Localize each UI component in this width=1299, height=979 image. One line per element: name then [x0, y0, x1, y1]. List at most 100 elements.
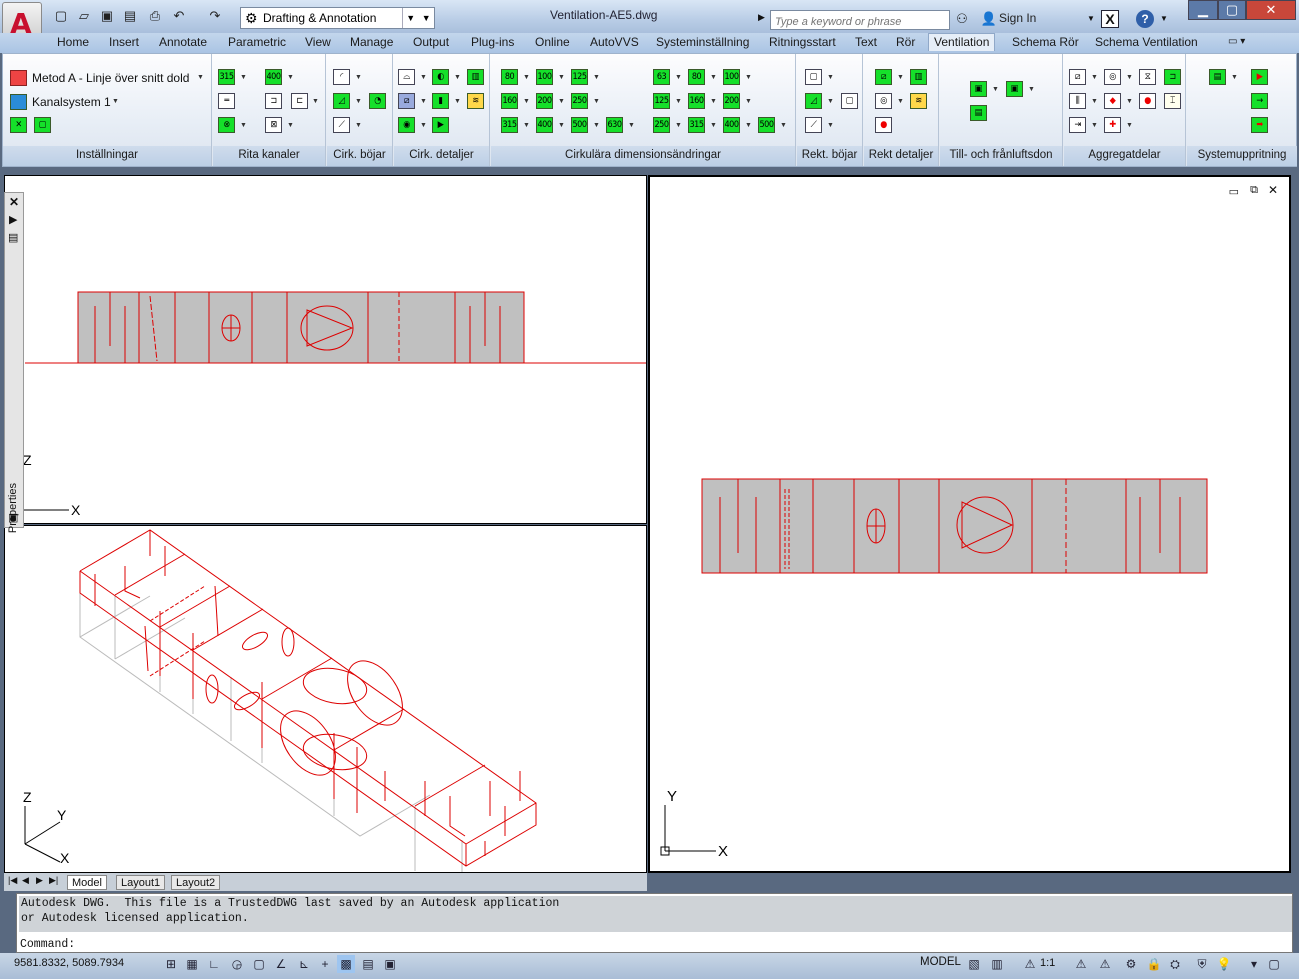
circ-bend-line-icon[interactable]: ⟋: [333, 117, 350, 133]
tab-autovvs[interactable]: AutoVVS: [590, 35, 639, 53]
supply-diffuser-dropdown-icon[interactable]: ▼: [992, 86, 999, 93]
lineweight-icon[interactable]: ▩: [337, 955, 355, 973]
dim-red-500-button[interactable]: 500: [758, 117, 775, 133]
duct-x-dropdown-icon[interactable]: ▼: [287, 122, 294, 129]
palette-close-icon[interactable]: ✕: [9, 195, 19, 209]
unit-cooler-icon[interactable]: ●: [1139, 93, 1156, 109]
unit-heater-icon[interactable]: ◆: [1104, 93, 1121, 109]
drawing-quickview-icon[interactable]: ▥: [988, 955, 1006, 973]
dim-630-dropdown-icon[interactable]: ▼: [628, 122, 635, 129]
search-expand-icon[interactable]: ▶: [758, 12, 765, 23]
plot-icon[interactable]: ⎙: [146, 8, 164, 24]
rect-bend-45-dropdown-icon[interactable]: ▼: [827, 98, 834, 105]
grid-icon[interactable]: ▦: [183, 955, 201, 973]
rect-bend-line-icon[interactable]: ⟋: [805, 117, 822, 133]
rect-detail-fan-dropdown-icon[interactable]: ▼: [897, 98, 904, 105]
tab-annotate[interactable]: Annotate: [159, 35, 207, 53]
clean-screen-icon[interactable]: ▢: [1265, 955, 1283, 973]
circ-bend-segment-icon[interactable]: ◔: [369, 93, 386, 109]
dim-160-dropdown-icon[interactable]: ▼: [523, 98, 530, 105]
viewport-minimize-icon[interactable]: ▭: [1229, 185, 1239, 198]
coordinates-readout[interactable]: 9581.8332, 5089.7934: [14, 957, 124, 969]
dim-red-200-button[interactable]: 200: [723, 93, 740, 109]
circ-detail-hood-icon[interactable]: ⌓: [398, 69, 415, 85]
ortho-icon[interactable]: ∟: [205, 955, 223, 973]
dim-630-button[interactable]: 630: [606, 117, 623, 133]
dim-125-dropdown-icon[interactable]: ▼: [593, 74, 600, 81]
lock-icon[interactable]: 🔒: [1145, 955, 1163, 973]
circ-detail-silencer-dropdown-icon[interactable]: ▼: [454, 98, 461, 105]
tab-online[interactable]: Online: [535, 35, 570, 53]
maximize-button[interactable]: ▢: [1218, 0, 1246, 20]
prev-layout-icon[interactable]: ◀: [22, 875, 29, 886]
viewport-front[interactable]: Z X: [4, 175, 647, 524]
system-draw-icon[interactable]: ▤: [1209, 69, 1226, 85]
layout-quickview-icon[interactable]: ▧: [965, 955, 983, 973]
duct-315-dropdown-icon[interactable]: ▼: [240, 74, 247, 81]
dim-red-400-button[interactable]: 400: [723, 117, 740, 133]
rect-bend-box-icon[interactable]: ▢: [841, 93, 858, 109]
circ-detail-fan-dropdown-icon[interactable]: ▼: [454, 74, 461, 81]
dim-red-315-button[interactable]: 315: [688, 117, 705, 133]
close-button[interactable]: ✕: [1246, 0, 1296, 20]
unit-damper-dropdown-icon[interactable]: ▼: [1091, 74, 1098, 81]
dim-200-button[interactable]: 200: [536, 93, 553, 109]
transparency-icon[interactable]: ▤: [359, 955, 377, 973]
rect-bend-line-dropdown-icon[interactable]: ▼: [827, 122, 834, 129]
tab-ritningsstart[interactable]: Ritningsstart: [769, 35, 836, 53]
circ-bend-45-icon[interactable]: ◿: [333, 93, 350, 109]
unit-silencer-dropdown-icon[interactable]: ▼: [1091, 98, 1098, 105]
method-dropdown-icon[interactable]: ▼: [197, 74, 204, 81]
dim-400-dropdown-icon[interactable]: ▼: [558, 122, 565, 129]
binoculars-icon[interactable]: ⚇: [953, 11, 971, 27]
tab-plug-ins[interactable]: Plug-ins: [471, 35, 514, 53]
isolate-objects-icon[interactable]: ⛨: [1193, 955, 1211, 973]
dim-red-315-dropdown-icon[interactable]: ▼: [710, 122, 717, 129]
infer-constraints-icon[interactable]: ⊞: [162, 955, 180, 973]
command-window[interactable]: Autodesk DWG. This file is a TrustedDWG …: [16, 893, 1293, 953]
properties-label[interactable]: Properties: [7, 483, 19, 533]
workspace-switch-icon[interactable]: ⚙: [1122, 955, 1140, 973]
circ-detail-valve-dropdown-icon[interactable]: ▼: [420, 122, 427, 129]
rect-detail-heater-icon[interactable]: ≋: [910, 93, 927, 109]
duct-bend-icon[interactable]: ⊏: [291, 93, 308, 109]
unit-fan-icon[interactable]: ◎: [1104, 69, 1121, 85]
dim-red-80-button[interactable]: 80: [688, 69, 705, 85]
unit-mixer-icon[interactable]: ✚: [1104, 117, 1121, 133]
minimize-button[interactable]: ▁: [1188, 0, 1218, 20]
next-layout-icon[interactable]: ▶: [36, 875, 43, 886]
circ-bend-line-dropdown-icon[interactable]: ▼: [355, 122, 362, 129]
duct-cross-dropdown-icon[interactable]: ▼: [240, 122, 247, 129]
circ-detail-hood-dropdown-icon[interactable]: ▼: [420, 74, 427, 81]
save-icon[interactable]: ▣: [98, 8, 116, 24]
duct-400-button[interactable]: 400: [265, 69, 282, 85]
customize-qa-icon[interactable]: ▼: [422, 13, 431, 23]
command-prompt[interactable]: Command:: [20, 938, 75, 951]
method-selector[interactable]: Metod A - Linje över snitt dold: [32, 71, 189, 85]
lightbulb-icon[interactable]: 💡: [1215, 955, 1233, 973]
duct-system-dropdown-icon[interactable]: ▼: [112, 98, 119, 105]
grille-icon[interactable]: ▤: [970, 105, 987, 121]
circ-detail-heater-icon[interactable]: ≋: [467, 93, 484, 109]
tab-model[interactable]: Model: [67, 875, 107, 890]
settings-tool-2-icon[interactable]: ▢: [34, 117, 51, 133]
exhaust-diffuser-dropdown-icon[interactable]: ▼: [1028, 86, 1035, 93]
dim-80-button[interactable]: 80: [501, 69, 518, 85]
rect-bend-90-icon[interactable]: ▢: [805, 69, 822, 85]
duct-315-button[interactable]: 315: [218, 69, 235, 85]
duct-system-selector[interactable]: Kanalsystem 1: [32, 95, 111, 109]
dim-315-dropdown-icon[interactable]: ▼: [523, 122, 530, 129]
save-as-icon[interactable]: ▤: [121, 8, 139, 24]
sign-in-dropdown-icon[interactable]: ▼: [1087, 14, 1095, 23]
tab-manage[interactable]: Manage: [350, 35, 393, 53]
search-input[interactable]: [770, 10, 950, 30]
unit-heater-dropdown-icon[interactable]: ▼: [1126, 98, 1133, 105]
supply-diffuser-icon[interactable]: ▣: [970, 81, 987, 97]
sign-in-link[interactable]: Sign In: [999, 11, 1036, 25]
help-icon[interactable]: ?: [1136, 10, 1154, 28]
circ-detail-fan-icon[interactable]: ◐: [432, 69, 449, 85]
circ-bend-90-dropdown-icon[interactable]: ▼: [355, 74, 362, 81]
system-stop-icon[interactable]: ➡: [1251, 117, 1268, 133]
settings-tool-1-icon[interactable]: ✕: [10, 117, 27, 133]
otrack-icon[interactable]: ∠: [272, 955, 290, 973]
